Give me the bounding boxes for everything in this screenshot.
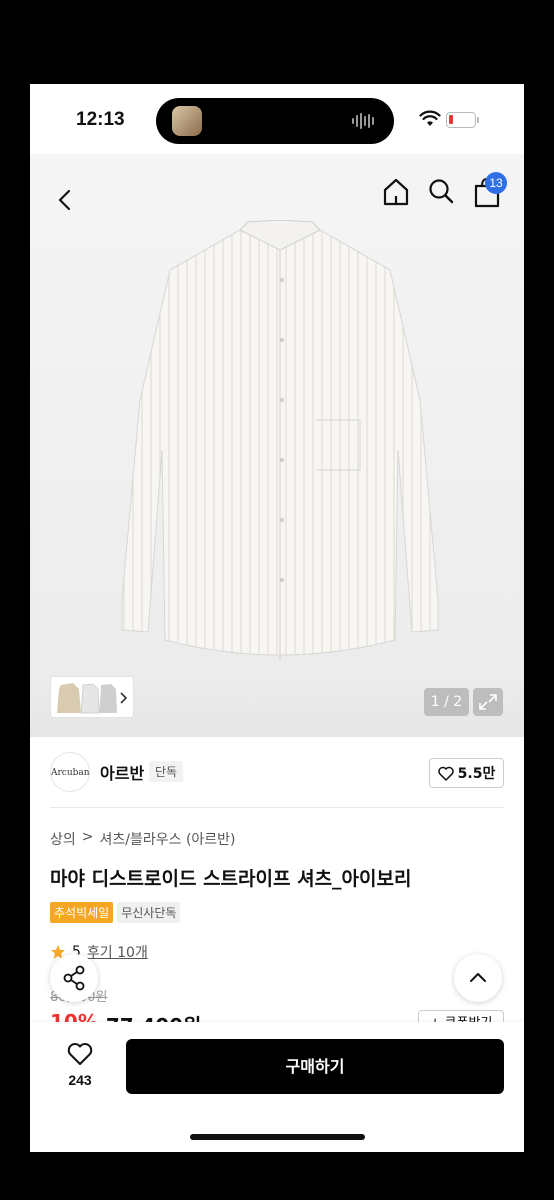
bottom-action-bar: 243 구매하기 xyxy=(30,1022,524,1152)
brand-exclusive-tag: 단독 xyxy=(149,761,184,782)
product-title: 마야 디스트로이드 스트라이프 셔츠_아이보리 xyxy=(50,868,412,890)
status-bar: 12:13 xyxy=(30,84,524,154)
exclusive-badge: 무신사단독 xyxy=(117,902,181,923)
battery-tip xyxy=(477,117,479,123)
thumbnail-strip[interactable] xyxy=(50,676,134,718)
product-image-shirt[interactable] xyxy=(120,220,440,670)
brand-like-count: 5.5만 xyxy=(457,766,496,782)
wish-count: 243 xyxy=(68,1072,92,1088)
breadcrumb-category[interactable]: 상의 xyxy=(50,829,76,849)
scroll-top-button[interactable] xyxy=(454,954,502,1002)
battery-icon xyxy=(446,112,476,128)
thumbnail-images[interactable] xyxy=(51,677,135,719)
audio-wave-icon xyxy=(352,112,374,130)
search-icon[interactable] xyxy=(427,177,455,205)
app-screen: 12:13 13 1 / 2 Arcuban 아르반 단독 5.5만 상의 > … xyxy=(30,84,524,1152)
thumbnail-next-chevron-icon xyxy=(120,692,128,704)
image-pager: 1 / 2 xyxy=(424,688,469,716)
product-badges: 추석빅세일 무신사단독 xyxy=(50,902,181,923)
brand-like-button[interactable]: 5.5만 xyxy=(429,758,504,788)
now-playing-thumbnail xyxy=(172,106,202,136)
sale-badge: 추석빅세일 xyxy=(50,902,114,923)
breadcrumb-separator: > xyxy=(81,829,94,845)
brand-logo[interactable]: Arcuban xyxy=(50,752,90,792)
share-button[interactable] xyxy=(50,954,98,1002)
buy-button[interactable]: 구매하기 xyxy=(126,1039,504,1094)
share-icon xyxy=(63,965,85,991)
home-icon[interactable] xyxy=(381,177,411,207)
heart-icon xyxy=(437,766,454,781)
cart-count-badge: 13 xyxy=(485,172,507,194)
wish-button[interactable]: 243 xyxy=(58,1042,102,1088)
breadcrumb: 상의 > 셔츠/블라우스 (아르반) xyxy=(50,829,236,849)
home-indicator[interactable] xyxy=(190,1134,365,1140)
chevron-up-icon xyxy=(470,973,486,982)
breadcrumb-subcategory[interactable]: 셔츠/블라우스 (아르반) xyxy=(100,829,236,849)
brand-name[interactable]: 아르반 xyxy=(100,760,144,784)
dynamic-island xyxy=(156,98,394,144)
heart-icon xyxy=(67,1043,93,1065)
expand-icon[interactable] xyxy=(473,688,503,716)
status-time: 12:13 xyxy=(76,109,125,130)
divider xyxy=(50,807,504,808)
wifi-icon xyxy=(419,110,441,126)
back-chevron-icon[interactable] xyxy=(54,188,78,212)
